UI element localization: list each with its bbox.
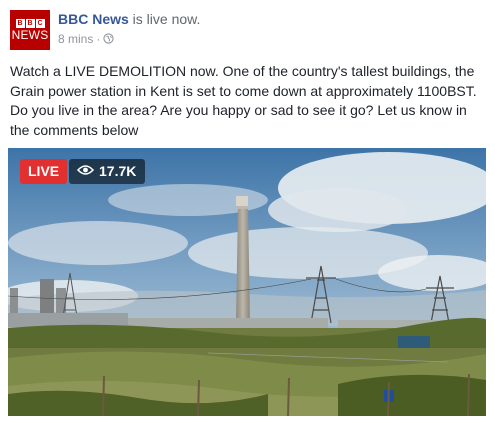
page-name-link[interactable]: BBC News bbox=[58, 11, 129, 27]
live-badge: LIVE bbox=[20, 159, 68, 184]
globe-icon bbox=[103, 33, 114, 47]
post-meta: 8 mins · bbox=[58, 32, 114, 47]
logo-letter: B bbox=[25, 18, 35, 28]
post-author-line: BBC News is live now. bbox=[58, 11, 200, 27]
video-frame bbox=[8, 148, 486, 416]
post-text: Watch a LIVE DEMOLITION now. One of the … bbox=[10, 63, 477, 138]
viewer-count: 17.7K bbox=[99, 163, 137, 179]
logo-news-word: NEWS bbox=[11, 27, 49, 42]
post-timestamp[interactable]: 8 mins bbox=[58, 32, 93, 46]
viewer-count-badge: 17.7K bbox=[69, 159, 146, 184]
live-video-player[interactable] bbox=[8, 148, 486, 416]
post-header: B B C NEWS BBC News is live now. 8 mins · bbox=[10, 10, 480, 50]
logo-letter: C bbox=[35, 18, 45, 28]
eye-icon bbox=[76, 159, 95, 184]
live-status-text: is live now. bbox=[128, 11, 201, 27]
bbc-logo-blocks: B B C bbox=[15, 18, 45, 28]
logo-letter: B bbox=[15, 18, 25, 28]
page-avatar[interactable]: B B C NEWS bbox=[10, 10, 50, 50]
meta-separator: · bbox=[96, 32, 101, 46]
